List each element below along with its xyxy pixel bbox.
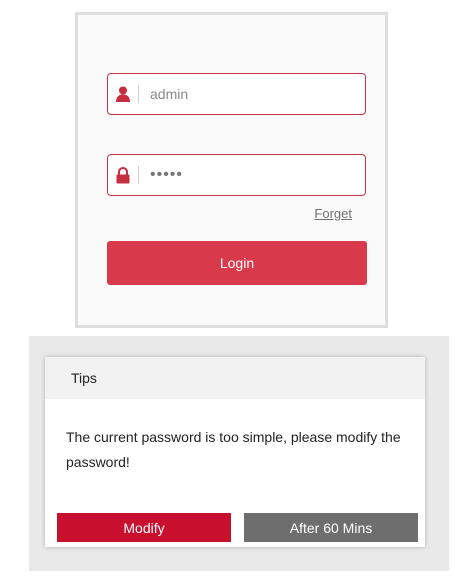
password-value: ••••• <box>150 166 184 183</box>
dialog-header: Tips <box>45 357 425 399</box>
modify-button[interactable]: Modify <box>57 513 231 542</box>
modify-button-label: Modify <box>123 519 165 536</box>
after-60-mins-button[interactable]: After 60 Mins <box>244 513 418 542</box>
after-60-mins-button-label: After 60 Mins <box>289 519 373 536</box>
dialog-message: The current password is too simple, plea… <box>66 429 401 470</box>
user-icon <box>108 86 138 102</box>
username-field[interactable]: admin <box>107 73 366 115</box>
field-separator <box>138 85 139 103</box>
forget-password-link[interactable]: Forget <box>314 206 352 221</box>
login-button-label: Login <box>219 255 255 271</box>
login-button[interactable]: Login <box>107 241 367 285</box>
tips-dialog: Tips The current password is too simple,… <box>45 357 425 547</box>
password-field[interactable]: ••••• <box>107 154 366 196</box>
field-separator <box>138 166 139 184</box>
page: admin ••••• Forget Login Tips The curren… <box>0 0 455 576</box>
username-value: admin <box>150 86 189 102</box>
login-panel: admin ••••• Forget Login <box>75 12 388 328</box>
dialog-title: Tips <box>71 370 97 386</box>
lock-icon <box>108 166 138 184</box>
